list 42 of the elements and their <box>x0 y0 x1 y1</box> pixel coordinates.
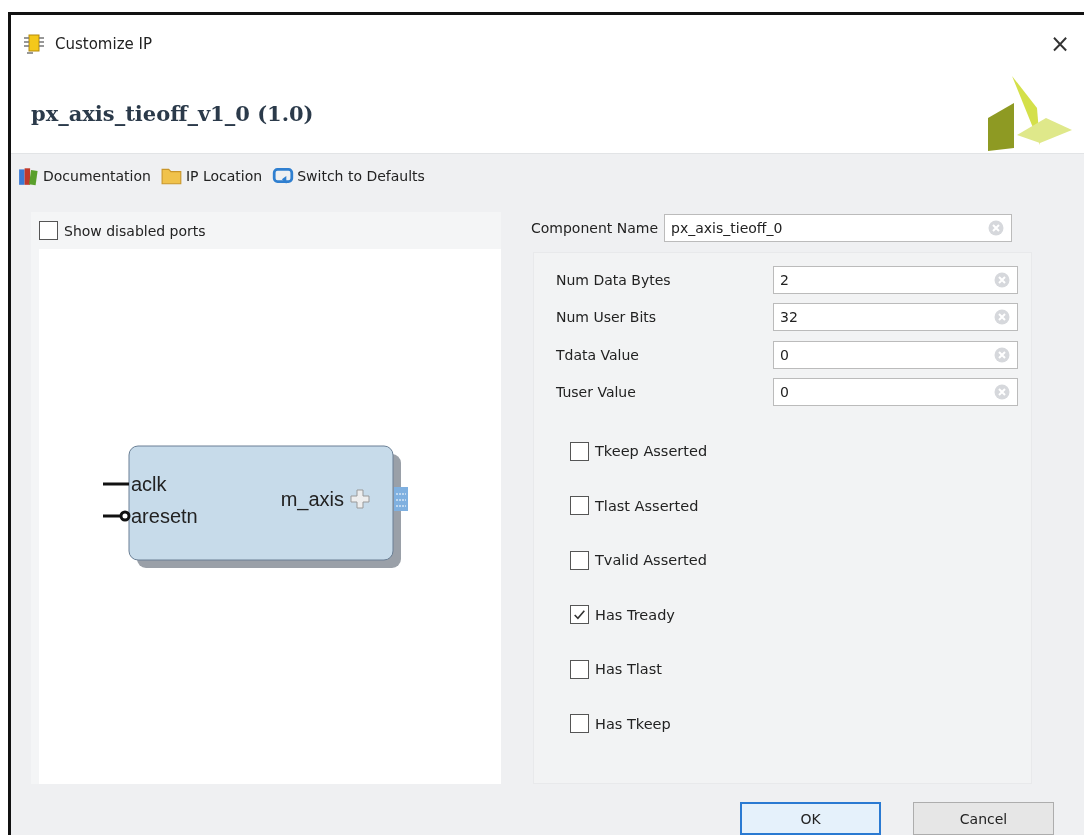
checkbox[interactable] <box>570 550 589 570</box>
checkbox-label: Show disabled ports <box>64 222 206 239</box>
books-icon <box>18 165 40 187</box>
checkbox[interactable] <box>570 659 589 679</box>
port-label: aresetn <box>131 505 198 527</box>
close-button[interactable]: × <box>1049 32 1070 56</box>
field-label: Tdata Value <box>556 346 640 363</box>
checkbox[interactable] <box>570 714 589 733</box>
port-label: aclk <box>131 473 167 495</box>
component-name-field[interactable]: px_axis_tieoff_0 <box>664 214 1013 242</box>
window-title: Customize IP <box>55 35 153 53</box>
plus-icon <box>350 489 370 509</box>
field-label: Num Data Bytes <box>556 271 672 288</box>
checkbox-label: Has Tkeep <box>595 715 671 732</box>
port-line <box>103 482 129 486</box>
input-field[interactable]: 0 <box>773 378 1018 407</box>
ip-title: px_axis_tieoff_v1_0 (1.0) <box>31 100 314 126</box>
toolbar-button[interactable]: Documentation <box>16 165 153 187</box>
check-icon <box>572 607 587 622</box>
checkbox[interactable] <box>570 605 589 624</box>
field-label: Tuser Value <box>556 384 637 401</box>
checkbox-label: Tkeep Asserted <box>595 443 708 459</box>
checkbox-label: Has Tready <box>595 606 675 623</box>
checkbox[interactable] <box>570 496 589 515</box>
checkbox-label: Has Tlast <box>595 661 662 677</box>
input-field[interactable]: 32 <box>773 303 1018 332</box>
chip-icon <box>21 33 47 55</box>
checkbox-label: Tvalid Asserted <box>595 552 707 568</box>
checkbox-label: Tlast Asserted <box>595 497 699 514</box>
input-field[interactable]: 2 <box>773 265 1018 294</box>
toolbar-button[interactable]: Switch to Defaults <box>270 165 427 187</box>
port-label: m_axis <box>280 488 344 510</box>
input-field[interactable]: 0 <box>773 340 1018 369</box>
field-label: Component Name <box>531 220 659 236</box>
reset-port-line <box>103 510 131 522</box>
bus-connector-icon <box>394 487 408 511</box>
checkbox[interactable] <box>570 441 589 461</box>
toolbar-button[interactable]: IP Location <box>158 165 265 187</box>
field-label: Num User Bits <box>556 309 658 326</box>
dialog-button[interactable]: OK <box>740 802 881 835</box>
checkbox[interactable] <box>39 221 58 240</box>
dialog-button[interactable]: Cancel <box>913 802 1054 835</box>
